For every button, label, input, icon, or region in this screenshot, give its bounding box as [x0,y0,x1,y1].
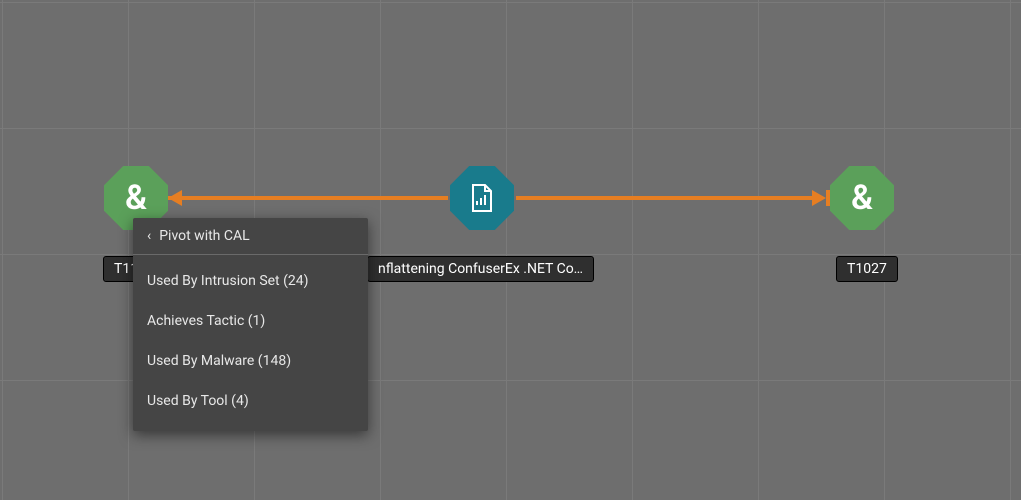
node-center-label[interactable]: nflattening ConfuserEx .NET Co… [367,256,594,282]
node-right-label[interactable]: T1027 [836,256,898,282]
report-icon [468,183,496,213]
menu-item-intrusion-set[interactable]: Used By Intrusion Set (24) [133,261,368,301]
node-center[interactable] [450,166,514,230]
menu-item-achieves-tactic[interactable]: Achieves Tactic (1) [133,301,368,341]
ampersand-icon: & [125,181,147,215]
arrowhead-right [812,190,826,206]
chevron-left-icon: ‹ [147,228,151,244]
edge-center-right[interactable] [516,196,816,200]
menu-header-label: Pivot with CAL [159,228,249,244]
arrowhead-left [168,190,182,206]
menu-item-used-by-tool[interactable]: Used By Tool (4) [133,381,368,421]
ampersand-icon: & [851,181,873,215]
menu-items: Used By Intrusion Set (24) Achieves Tact… [133,255,368,431]
graph-canvas[interactable]: & T11 nflattening ConfuserEx .NET Co… & … [0,0,1021,500]
menu-back-button[interactable]: ‹ Pivot with CAL [133,218,368,255]
menu-item-used-by-malware[interactable]: Used By Malware (148) [133,341,368,381]
edge-left-center[interactable] [168,196,448,200]
arrow-bar-right [826,190,830,206]
node-right[interactable]: & [830,166,894,230]
context-menu: ‹ Pivot with CAL Used By Intrusion Set (… [133,218,368,431]
